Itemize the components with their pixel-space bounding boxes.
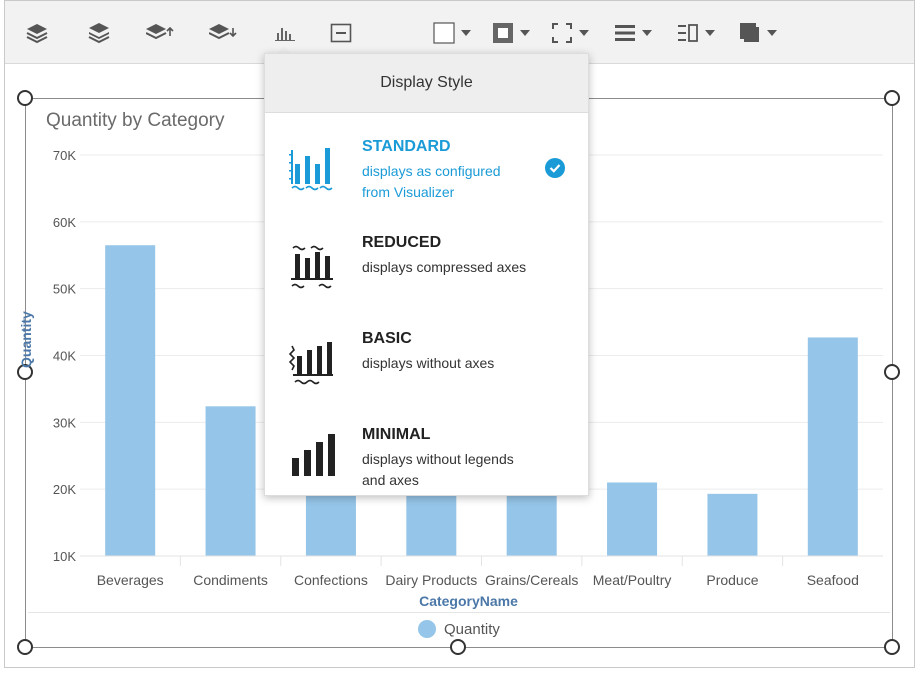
option-reduced[interactable]: REDUCED displays compressed axes (265, 220, 588, 310)
minimal-style-icon (292, 434, 335, 476)
option-basic[interactable]: BASIC displays without axes (265, 316, 588, 406)
legend-swatch (418, 620, 436, 638)
option-name: REDUCED (362, 234, 442, 251)
bar (105, 245, 156, 556)
basic-style-icon (289, 342, 333, 385)
standard-style-icon (289, 148, 333, 191)
reduced-style-icon (291, 245, 333, 289)
option-name: STANDARD (362, 138, 451, 155)
option-desc: displays without legends and axes (362, 451, 514, 488)
y-tick-label: 50K (53, 282, 76, 297)
legend-divider (28, 612, 890, 613)
x-tick-label: Produce (706, 572, 758, 588)
x-tick-label: Condiments (193, 572, 268, 588)
x-axis-label: CategoryName (419, 593, 518, 609)
chart-legend[interactable]: Quantity (418, 620, 500, 638)
bar (205, 406, 256, 556)
option-standard[interactable]: STANDARD displays as configured from Vis… (265, 124, 588, 214)
option-minimal[interactable]: MINIMAL displays without legends and axe… (265, 412, 588, 502)
display-style-popup: Display Style STANDARD displays as confi… (264, 53, 589, 496)
legend-label: Quantity (444, 620, 500, 638)
x-tick-label: Dairy Products (385, 572, 477, 588)
popup-title: Display Style (265, 54, 588, 113)
y-tick-label: 10K (53, 549, 76, 564)
check-icon (545, 158, 565, 178)
option-name: MINIMAL (362, 426, 431, 443)
x-tick-label: Seafood (807, 572, 859, 588)
y-tick-label: 40K (53, 349, 76, 364)
option-desc: displays without axes (362, 355, 495, 371)
y-tick-label: 70K (53, 148, 76, 163)
bar (607, 482, 658, 556)
option-desc: displays as configured from Visualizer (362, 163, 501, 200)
x-tick-label: Beverages (97, 572, 164, 588)
option-name: BASIC (362, 330, 412, 347)
y-tick-label: 30K (53, 415, 76, 430)
y-axis-label: Quantity (18, 311, 34, 368)
x-tick-label: Meat/Poultry (593, 572, 672, 588)
y-tick-label: 20K (53, 482, 76, 497)
bar (807, 337, 858, 556)
y-tick-label: 60K (53, 215, 76, 230)
option-desc: displays compressed axes (362, 259, 527, 275)
x-tick-label: Confections (294, 572, 368, 588)
x-tick-label: Grains/Cereals (485, 572, 578, 588)
bar (707, 493, 758, 556)
